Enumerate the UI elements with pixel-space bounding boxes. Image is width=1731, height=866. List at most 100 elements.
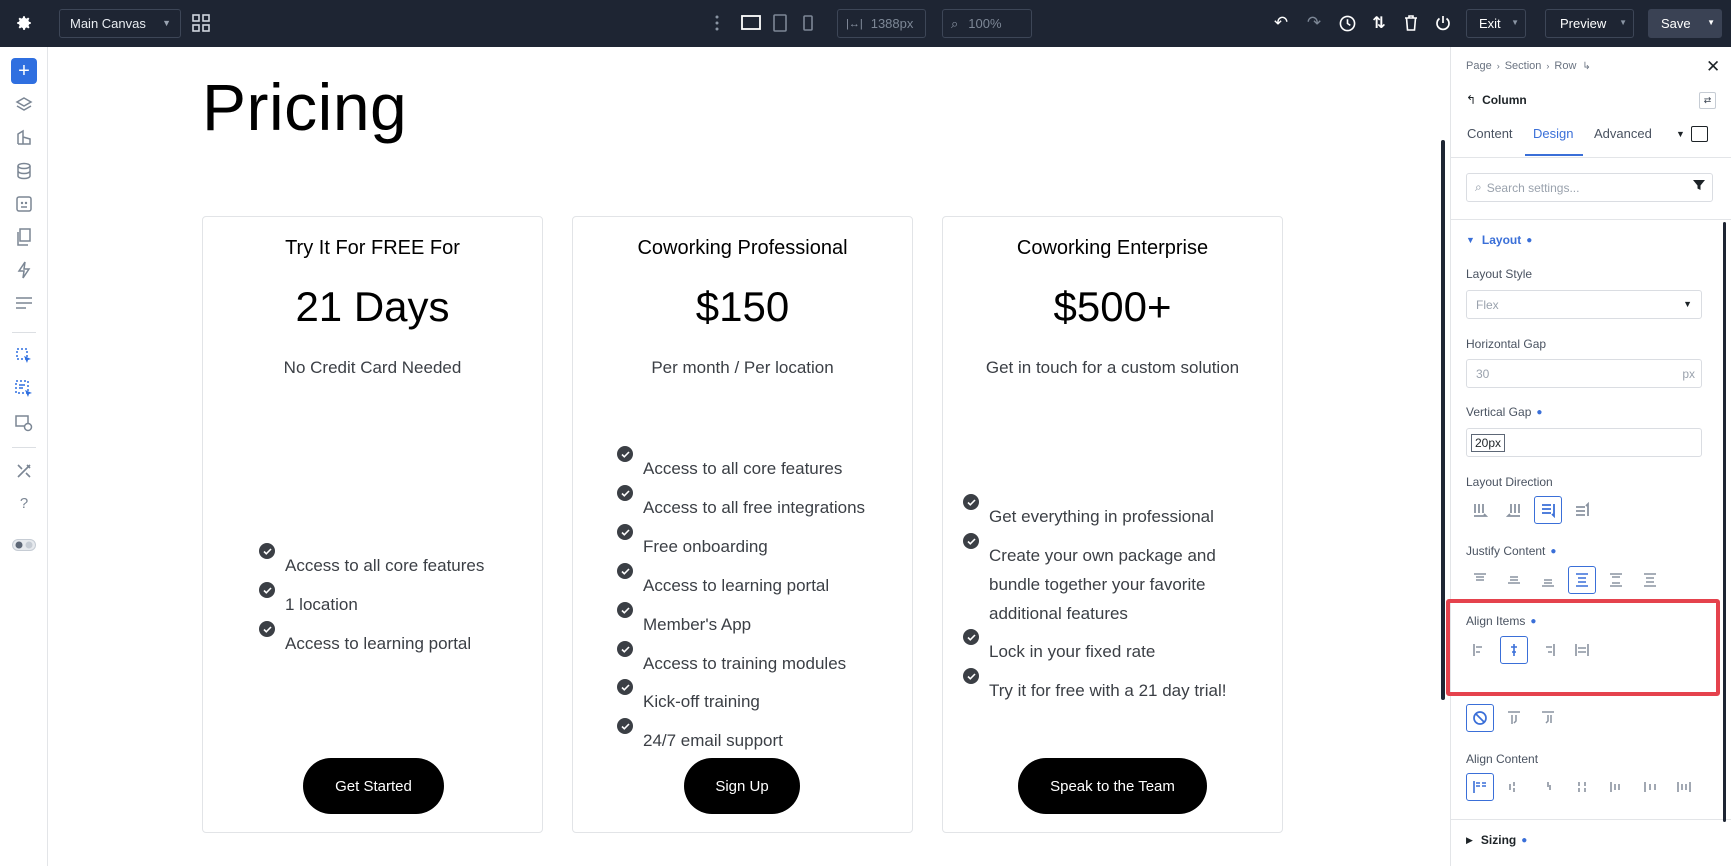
card-description: No Credit Card Needed [283,358,462,377]
filter-icon[interactable] [1693,179,1705,194]
align-content-stretch-icon[interactable] [1670,773,1698,801]
sort-arrows-icon[interactable]: ⇅ [1366,10,1392,36]
align-content-evenly-icon[interactable] [1636,773,1664,801]
caret-down-icon: ▼ [1466,235,1475,245]
desktop-mode-icon[interactable] [1691,126,1708,142]
check-circle-icon [963,668,979,684]
align-content-around-icon[interactable] [1602,773,1630,801]
pricing-card-professional[interactable]: Coworking Professional $150 Per month / … [572,216,913,833]
align-content-center-icon[interactable] [1500,773,1528,801]
wrap-icon[interactable] [1500,704,1528,732]
direction-column-icon[interactable] [1534,496,1562,524]
save-button[interactable]: Save ▼ [1648,9,1722,38]
justify-space-evenly-icon[interactable] [1636,566,1664,594]
justify-end-icon[interactable] [1534,566,1562,594]
select-element-icon[interactable] [11,343,37,369]
feature-item: 24/7 email support [617,718,783,755]
sign-up-button[interactable]: Sign Up [684,758,800,814]
multi-select-icon[interactable] [11,376,37,402]
align-content-between-icon[interactable] [1568,773,1596,801]
page-title: Pricing [202,70,408,144]
feature-item: Access to learning portal [259,621,471,658]
justify-center-icon[interactable] [1500,566,1528,594]
vertical-gap-value: 20px [1471,433,1506,452]
card-price: $150 [695,283,790,330]
tab-content[interactable]: Content [1467,126,1513,141]
preset-icon[interactable] [11,191,37,217]
zoom-input[interactable]: ⌕ 100% [942,9,1032,38]
section-divider [1451,819,1731,820]
feature-item: Access to training modules [617,641,846,678]
lightning-icon[interactable] [11,257,37,283]
exit-label: Exit [1479,16,1501,31]
redo-icon[interactable]: ↷ [1301,10,1327,36]
layers-icon[interactable] [11,92,37,118]
pricing-card-enterprise[interactable]: Coworking Enterprise $500+ Get in touch … [942,216,1283,833]
settings-gear-icon[interactable] [11,10,37,36]
close-icon[interactable]: ✕ [1706,57,1720,77]
feature-text: Access to all core features [285,556,485,575]
feature-text: Member's App [643,615,752,634]
pricing-card-free[interactable]: Try It For FREE For 21 Days No Credit Ca… [202,216,543,833]
element-options-icon[interactable]: ⇄ [1699,92,1716,109]
tablet-view-icon[interactable] [767,10,793,36]
horizontal-gap-unit[interactable]: px [1682,367,1695,381]
preview-button[interactable]: Preview ▼ [1545,9,1634,38]
canvas-scrollbar[interactable] [1441,140,1445,700]
align-content-start-icon[interactable] [1466,773,1494,801]
tools-icon[interactable] [11,458,37,484]
trash-icon[interactable] [1398,10,1424,36]
feature-item: Free onboarding [617,524,768,561]
direction-row-reverse-icon[interactable] [1500,496,1528,524]
desktop-view-icon[interactable] [738,10,764,36]
vertical-gap-input[interactable]: 20px [1466,428,1702,457]
toggle-switch-icon[interactable] [11,532,37,558]
align-content-end-icon[interactable] [1534,773,1562,801]
get-started-button[interactable]: Get Started [303,758,444,814]
feature-text: Access to all free integrations [643,498,866,517]
direction-column-reverse-icon[interactable] [1568,496,1596,524]
feature-text-line: additional features [989,604,1128,623]
search-settings-input[interactable]: ⌕ Search settings... [1466,173,1713,202]
pages-icon[interactable] [11,224,37,250]
sizing-section-header[interactable]: ▶ Sizing ● [1466,833,1527,847]
no-wrap-icon[interactable] [1466,704,1494,732]
justify-start-icon[interactable] [1466,566,1494,594]
back-arrow-icon[interactable]: ↰ [1466,93,1476,107]
tabs-dropdown-icon[interactable]: ▼ [1676,129,1685,139]
more-vertical-icon[interactable] [710,10,724,36]
breadcrumb-page[interactable]: Page [1466,60,1492,72]
help-icon[interactable]: ? [11,490,37,516]
speak-to-team-button[interactable]: Speak to the Team [1018,758,1207,814]
responsive-settings-icon[interactable] [11,410,37,436]
theme-builder-icon[interactable] [11,125,37,151]
breadcrumb-section[interactable]: Section [1505,60,1542,72]
feature-item: Kick-off training [617,679,760,716]
wrap-reverse-icon[interactable] [1534,704,1562,732]
history-clock-icon[interactable] [1334,10,1360,36]
panel-scrollbar[interactable] [1723,222,1726,822]
power-icon[interactable] [1430,10,1456,36]
database-icon[interactable] [11,158,37,184]
chevron-right-icon: › [1496,61,1500,71]
feature-item: Lock in your fixed rate [963,629,1155,666]
tab-advanced[interactable]: Advanced [1594,126,1652,141]
canvas-select[interactable]: Main Canvas ▼ [59,9,181,38]
grid-view-icon[interactable] [188,10,214,36]
feature-text: 24/7 email support [643,731,783,750]
canvas-width-input[interactable]: |↔| 1388px [837,9,926,38]
tab-design[interactable]: Design [1533,126,1573,141]
justify-space-between-icon[interactable] [1568,566,1596,594]
undo-icon[interactable]: ↶ [1268,10,1294,36]
feature-text-multiline: Create your own package and bundle toget… [989,541,1216,628]
horizontal-gap-input[interactable]: 30 px [1466,359,1702,388]
direction-row-icon[interactable] [1466,496,1494,524]
phone-view-icon[interactable] [795,10,821,36]
exit-button[interactable]: Exit ▼ [1466,9,1526,38]
add-element-plus-icon[interactable]: + [11,58,37,84]
breadcrumb-row[interactable]: Row [1554,60,1576,72]
layout-style-select[interactable]: Flex ▼ [1466,290,1702,319]
justify-space-around-icon[interactable] [1602,566,1630,594]
layout-section-header[interactable]: ▼ Layout ● [1466,233,1532,247]
list-icon[interactable] [11,290,37,316]
